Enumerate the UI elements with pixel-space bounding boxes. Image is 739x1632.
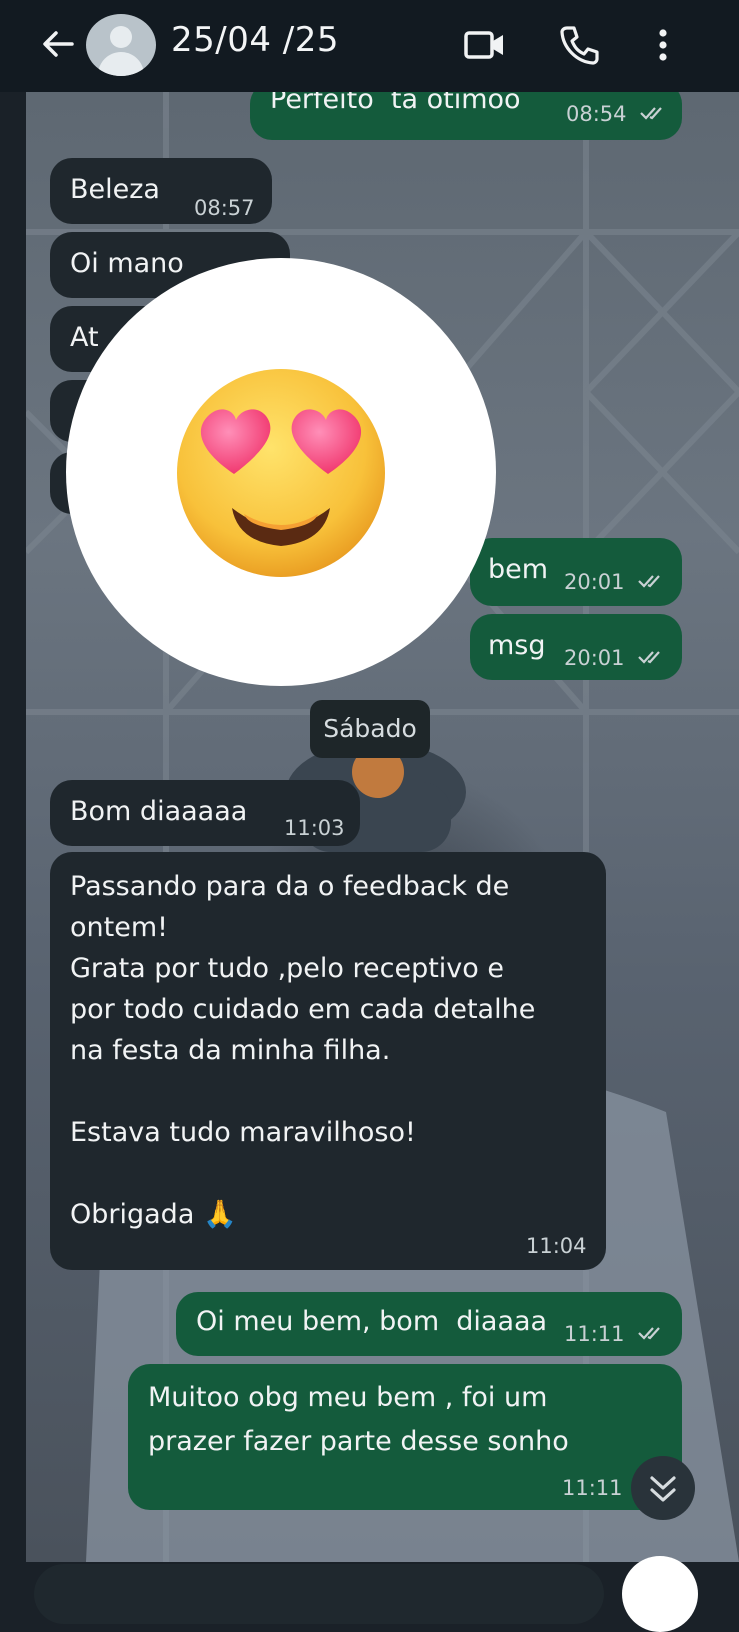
- message-text: At: [70, 322, 99, 353]
- message-input-bar[interactable]: [34, 1564, 604, 1624]
- message-text: Oi mano: [70, 248, 184, 279]
- message-time: 11:11: [562, 1476, 623, 1500]
- message-text: msg: [488, 630, 546, 661]
- message-outgoing[interactable]: bem 20:01: [470, 538, 682, 606]
- message-text: Passando para da o feedback de ontem! Gr…: [70, 871, 536, 1230]
- mic-button[interactable]: [622, 1556, 698, 1632]
- message-time: 11:04: [526, 1234, 587, 1258]
- message-time: 08:54: [566, 102, 627, 126]
- message-incoming[interactable]: Beleza 08:57: [50, 158, 272, 224]
- message-time: 11:03: [284, 816, 345, 840]
- message-time: 08:57: [194, 196, 255, 220]
- message-outgoing[interactable]: Muitoo obg meu bem , foi um prazer fazer…: [128, 1364, 682, 1510]
- avatar-body: [98, 52, 144, 76]
- message-time: 20:01: [564, 570, 625, 594]
- message-incoming[interactable]: Passando para da o feedback de ontem! Gr…: [50, 852, 606, 1270]
- video-call-icon[interactable]: [462, 22, 508, 68]
- message-text: Muitoo obg meu bem , foi um prazer fazer…: [148, 1382, 569, 1457]
- double-check-icon: [638, 651, 660, 664]
- message-outgoing[interactable]: msg 20:01: [470, 614, 682, 680]
- message-text: bem: [488, 554, 549, 585]
- date-separator: Sábado: [310, 700, 430, 758]
- arrow-left-icon[interactable]: [38, 24, 78, 64]
- chat-title[interactable]: 25/04 /25: [171, 20, 339, 60]
- double-check-icon: [638, 575, 660, 588]
- message-outgoing[interactable]: Oi meu bem, bom diaaaa 11:11: [176, 1292, 682, 1356]
- message-text: Oi meu bem, bom diaaaa: [196, 1306, 548, 1337]
- contact-avatar[interactable]: [86, 14, 156, 76]
- emoji-overlay: [66, 258, 496, 686]
- smiling-face-with-heart-eyes-emoji: [177, 369, 385, 577]
- message-incoming[interactable]: Bom diaaaaa 11:03: [50, 780, 360, 846]
- default-avatar-icon: [110, 26, 132, 48]
- message-text: Beleza: [70, 174, 160, 205]
- message-time: 20:01: [564, 646, 625, 670]
- double-chevron-down-icon: [650, 1476, 676, 1502]
- message-time: 11:11: [564, 1322, 625, 1346]
- message-text: Bom diaaaaa: [70, 796, 248, 827]
- scroll-to-bottom-button[interactable]: [631, 1456, 695, 1520]
- more-vert-icon[interactable]: [640, 22, 686, 68]
- double-check-icon: [638, 1327, 660, 1340]
- phone-icon[interactable]: [557, 22, 603, 68]
- double-check-icon: [640, 107, 662, 120]
- chat-header: 25/04 /25: [0, 0, 739, 92]
